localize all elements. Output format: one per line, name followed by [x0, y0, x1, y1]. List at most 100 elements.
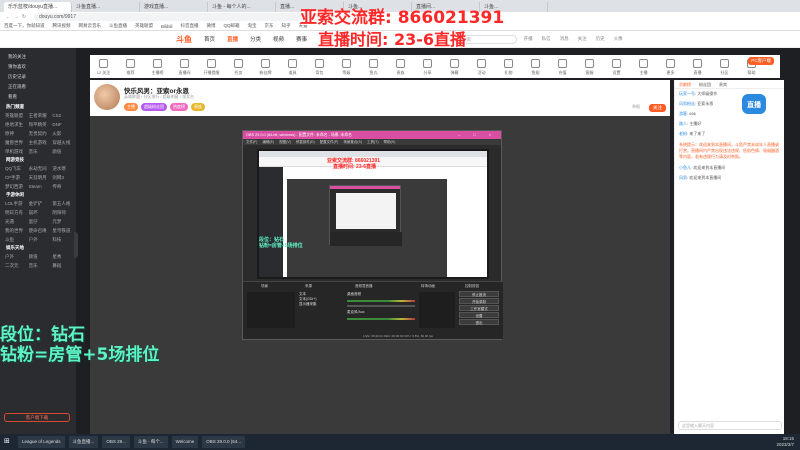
- sidebar-grid-item[interactable]: 王者荣耀: [29, 112, 53, 119]
- bookmark-item[interactable]: 微博: [207, 23, 216, 29]
- obs-menu-item[interactable]: 场景集合(S): [343, 140, 362, 144]
- sidebar-grid-item[interactable]: 穿越火线: [52, 139, 76, 146]
- obs-menu-item[interactable]: 工具(T): [367, 140, 378, 144]
- sidebar-collapse-handle[interactable]: [74, 232, 78, 258]
- category-item[interactable]: 推荐: [117, 59, 144, 78]
- tab-vip[interactable]: 贵宾: [719, 82, 727, 87]
- sidebar-grid-item[interactable]: 第五人格: [52, 200, 76, 207]
- category-item[interactable]: 背包: [306, 59, 333, 78]
- sidebar-grid-item[interactable]: 魔兽世界: [5, 139, 29, 146]
- category-item[interactable]: 道具: [279, 59, 306, 78]
- browser-tab[interactable]: 斗鱼直播...: [72, 2, 140, 12]
- sidebar-grid-item[interactable]: 元梦: [52, 218, 76, 225]
- nav-category[interactable]: 分类: [250, 35, 261, 43]
- sidebar-grid-item[interactable]: 星秀: [52, 253, 76, 260]
- windows-start-icon[interactable]: ⊞: [4, 437, 14, 447]
- sidebar-grid-item[interactable]: Steam: [29, 183, 53, 190]
- url-input[interactable]: douyu.com/9917: [34, 13, 334, 21]
- category-item[interactable]: 充值: [549, 59, 576, 78]
- bookmark-item[interactable]: 百度一下，你就知道: [4, 23, 45, 29]
- taskbar-item[interactable]: OBS 29...: [102, 436, 130, 448]
- obs-menu-item[interactable]: 帮助(H): [384, 140, 396, 144]
- sidebar-grid-item[interactable]: 无畏契约: [29, 130, 53, 137]
- transition-panel[interactable]: [419, 292, 455, 328]
- category-item[interactable]: 鱼丸: [360, 59, 387, 78]
- obs-menu-item[interactable]: 配置文件(P): [320, 140, 339, 144]
- sidebar-grid-item[interactable]: 主机游戏: [29, 139, 53, 146]
- bookmark-item[interactable]: 腾讯视频: [53, 23, 71, 29]
- bookmark-item[interactable]: 斗鱼直播: [109, 23, 127, 29]
- category-item[interactable]: 分享: [414, 59, 441, 78]
- sidebar-grid-item[interactable]: 二次元: [5, 262, 29, 269]
- follow-icon[interactable]: 关注: [575, 36, 589, 42]
- sidebar-grid-item[interactable]: 光遇: [5, 218, 29, 225]
- browser-tab[interactable]: 游戏直播...: [140, 2, 208, 12]
- room-badge[interactable]: 超级粉丝团: [141, 103, 167, 111]
- category-item[interactable]: 粉丝牌: [252, 59, 279, 78]
- sidebar-grid-item[interactable]: 我的世界: [5, 227, 29, 234]
- sidebar-grid-item[interactable]: 原神: [5, 130, 29, 137]
- client-download-button[interactable]: 客户端下载: [4, 413, 70, 422]
- sidebar-grid-item[interactable]: 音乐: [29, 262, 53, 269]
- sidebar-grid-item[interactable]: 天涯明月: [29, 174, 53, 181]
- sidebar-grid-item[interactable]: CF手游: [5, 174, 29, 181]
- sidebar-grid-item[interactable]: 崩坏: [29, 209, 53, 216]
- tab-contribution[interactable]: 贡献榜: [679, 82, 691, 87]
- reload-icon[interactable]: ↻: [20, 14, 28, 20]
- sidebar-grid-item[interactable]: 户外: [29, 236, 53, 243]
- category-item[interactable]: 等级: [333, 59, 360, 78]
- volume-slider[interactable]: [347, 305, 415, 307]
- nav-events[interactable]: 赛事: [296, 35, 307, 43]
- broadcast-icon[interactable]: 开播: [521, 36, 535, 42]
- streamer-avatar[interactable]: [94, 84, 120, 110]
- notification-icon[interactable]: 消息: [557, 36, 571, 42]
- history-icon[interactable]: 历史: [593, 36, 607, 42]
- category-item[interactable]: 主播榜: [144, 59, 171, 78]
- category-item[interactable]: 主播: [630, 59, 657, 78]
- sidebar-grid-item[interactable]: QQ飞车: [5, 165, 29, 172]
- sidebar-grid-item[interactable]: 逆水寒: [52, 165, 76, 172]
- category-item[interactable]: 贵族: [387, 59, 414, 78]
- sidebar-grid-item[interactable]: 金铲铲: [29, 200, 53, 207]
- category-item[interactable]: 活动: [468, 59, 495, 78]
- category-item[interactable]: 直播: [684, 59, 711, 78]
- room-badge[interactable]: 主播: [124, 103, 138, 111]
- obs-menu-item[interactable]: 视图(V): [279, 140, 291, 144]
- sidebar-grid-item[interactable]: 颜值: [29, 253, 53, 260]
- category-item[interactable]: 客服: [576, 59, 603, 78]
- sidebar-grid-item[interactable]: 音乐: [29, 148, 53, 155]
- taskbar-clock[interactable]: 19:15 2023/3/7: [776, 436, 794, 448]
- category-item[interactable]: 社区: [711, 59, 738, 78]
- sidebar-grid-item[interactable]: 明日方舟: [5, 209, 29, 216]
- taskbar-item[interactable]: 斗鱼直播...: [68, 436, 99, 448]
- category-item[interactable]: 任务: [225, 59, 252, 78]
- browser-tab[interactable]: 乐乐蓝桉/douyu直播...: [4, 2, 72, 12]
- studio-mode-button[interactable]: 工作室模式: [459, 305, 499, 311]
- category-item[interactable]: 鱼翅: [522, 59, 549, 78]
- category-item[interactable]: 设置: [603, 59, 630, 78]
- forward-icon[interactable]: →: [12, 14, 20, 20]
- sidebar-grid-item[interactable]: 颜值: [52, 148, 76, 155]
- sidebar-grid-item[interactable]: 蛋仔: [29, 218, 53, 225]
- sidebar-grid-item[interactable]: 舞蹈: [52, 262, 76, 269]
- browser-tab[interactable]: 斗鱼 - 每个人的...: [208, 2, 276, 12]
- avatar[interactable]: 头像: [611, 36, 625, 42]
- category-item[interactable]: 弹幕: [441, 59, 468, 78]
- sidebar-item-guess[interactable]: 猜你喜欢: [0, 62, 76, 72]
- sidebar-grid-item[interactable]: 户外: [5, 253, 29, 260]
- chat-input[interactable]: 这里输入聊天内容: [678, 421, 782, 430]
- sidebar-grid-item[interactable]: 绝地求生: [5, 121, 29, 128]
- obs-menu-item[interactable]: 文件(F): [246, 140, 257, 144]
- back-icon[interactable]: ←: [4, 14, 12, 20]
- bookmark-item[interactable]: 淘宝: [248, 23, 257, 29]
- bookmark-item[interactable]: 抖音直播: [181, 23, 199, 29]
- taskbar-item[interactable]: OBS 29.0.0 (64...: [202, 436, 246, 448]
- sidebar-item-history[interactable]: 历史记录: [0, 72, 76, 82]
- exit-button[interactable]: 退出: [459, 319, 499, 325]
- sidebar-grid-item[interactable]: 斗鱼: [5, 236, 29, 243]
- scene-list[interactable]: [247, 292, 295, 328]
- sidebar-grid-item[interactable]: 使命召唤: [29, 227, 53, 234]
- sidebar-grid-item[interactable]: LOL手游: [5, 200, 29, 207]
- obs-menu-item[interactable]: 编辑(E): [262, 140, 274, 144]
- video-player[interactable]: OBS 29.0.0 (64-bit, windows) - 配置文件: 未命名…: [90, 116, 670, 434]
